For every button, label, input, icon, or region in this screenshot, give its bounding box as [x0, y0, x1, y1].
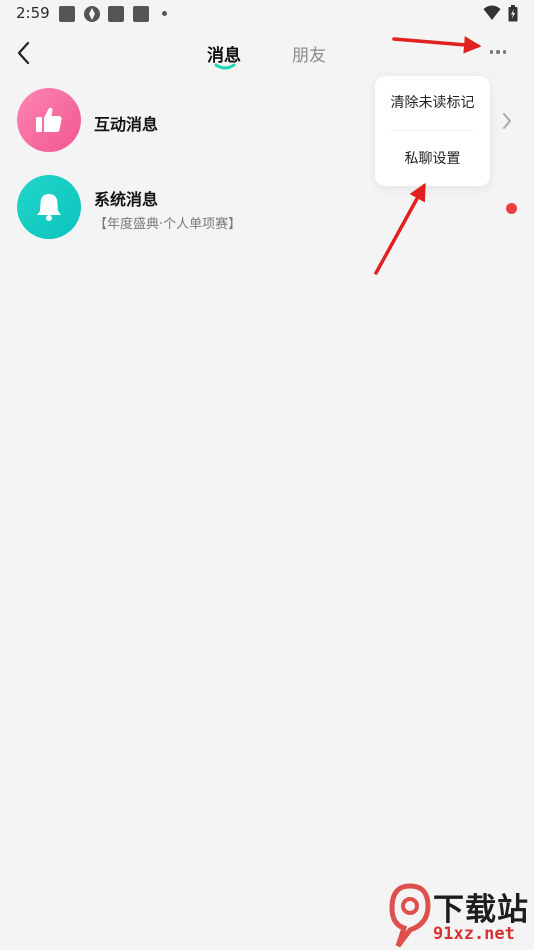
tab-active-indicator [214, 63, 236, 70]
watermark: 下载站 91xz.net [388, 880, 534, 950]
app-notification-icon-2 [133, 6, 149, 22]
watermark-logo-icon [389, 883, 431, 948]
more-notifications-dot [162, 11, 167, 16]
menu-item-clear-unread[interactable]: 清除未读标记 [375, 76, 490, 130]
list-item-subtitle: 【年度盛典·个人单项赛】 [94, 217, 242, 232]
wifi-icon [483, 5, 501, 25]
bell-icon [37, 194, 61, 221]
chevron-right-icon [503, 113, 511, 129]
battery-icon [508, 5, 518, 26]
menu-divider [391, 130, 474, 131]
avatar [17, 88, 81, 152]
app-notification-icon [108, 6, 124, 22]
sync-icon [83, 5, 101, 27]
avatar [17, 175, 81, 239]
list-item-title: 互动消息 [94, 115, 159, 134]
more-dots-icon [489, 50, 494, 54]
chevron-left-icon [17, 41, 30, 65]
thumbs-up-icon [36, 107, 62, 132]
status-bar: 2:59 [0, 0, 534, 28]
menu-item-private-chat-settings[interactable]: 私聊设置 [375, 132, 490, 186]
unread-badge [506, 203, 517, 214]
header: 消息 朋友 [0, 28, 534, 78]
more-options-button[interactable] [484, 42, 512, 62]
back-button[interactable] [8, 36, 38, 70]
list-item-title: 系统消息 [94, 190, 159, 209]
more-options-menu: 清除未读标记 私聊设置 [375, 76, 490, 186]
tab-friends[interactable]: 朋友 [292, 41, 326, 66]
watermark-text: 下载站 [433, 892, 529, 928]
status-time: 2:59 [16, 4, 50, 22]
watermark-url: 91xz.net [433, 924, 515, 944]
notification-icon [59, 6, 75, 22]
